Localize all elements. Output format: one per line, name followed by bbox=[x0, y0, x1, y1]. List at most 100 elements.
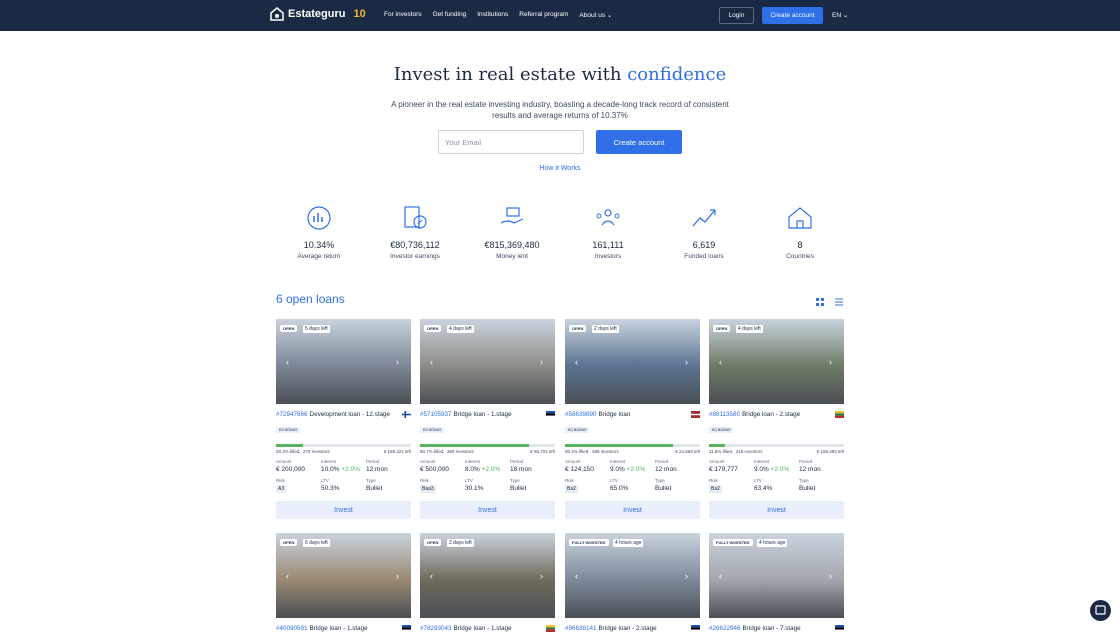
loan-photo[interactable]: FULLY INVESTED 4 hours ago ‹ › bbox=[709, 533, 844, 618]
logo[interactable]: Estateguru 10 bbox=[270, 7, 366, 21]
loan-id[interactable]: #72947666 bbox=[276, 411, 308, 418]
loan-id[interactable]: #88113580 bbox=[709, 411, 740, 418]
chat-button[interactable] bbox=[1090, 600, 1111, 621]
logo-icon bbox=[270, 7, 284, 21]
loan-id[interactable]: #78293043 bbox=[420, 625, 452, 632]
status-badge: OPEN bbox=[280, 325, 298, 332]
loan-photo[interactable]: OPEN 2 days left ‹ › bbox=[565, 319, 700, 404]
period-label: Period bbox=[510, 459, 524, 464]
period-col: Period 12 mon Type Bullet bbox=[366, 459, 411, 493]
language-select[interactable]: EN ⌄ bbox=[832, 11, 848, 19]
prev-photo-icon[interactable]: ‹ bbox=[575, 357, 578, 367]
loan-title[interactable]: #72947666 Development loan - 12.stage bbox=[276, 411, 411, 418]
how-it-works-link[interactable]: How it Works bbox=[0, 165, 1120, 172]
amount-left: € 158,493 left bbox=[816, 449, 844, 454]
amount-col: Amount € 179,777 Risk Ba2 bbox=[709, 459, 754, 493]
loan-card[interactable]: OPEN 4 days left ‹ › #88113580 Bridge loan -… bbox=[709, 319, 844, 519]
flag-icon bbox=[546, 411, 555, 418]
invest-button[interactable]: Invest bbox=[276, 501, 411, 519]
bonus-badge: EG BONUS bbox=[709, 427, 734, 433]
loan-card[interactable]: OPEN 6 days left ‹ › #40090591 Bridge loan -… bbox=[276, 533, 411, 632]
prev-photo-icon[interactable]: ‹ bbox=[575, 571, 578, 581]
interest-value: 9.0% +2.0% bbox=[754, 466, 799, 473]
status-badge: OPEN bbox=[713, 325, 731, 332]
prev-photo-icon[interactable]: ‹ bbox=[286, 571, 289, 581]
next-photo-icon[interactable]: › bbox=[685, 571, 688, 581]
next-photo-icon[interactable]: › bbox=[540, 571, 543, 581]
prev-photo-icon[interactable]: ‹ bbox=[430, 571, 433, 581]
loan-details: Amount € 179,777 Risk Ba2 Interest 9.0% +2.0%… bbox=[709, 459, 844, 493]
invest-button[interactable]: Invest bbox=[709, 501, 844, 519]
next-photo-icon[interactable]: › bbox=[829, 357, 832, 367]
ltv-label: LTV bbox=[610, 478, 618, 483]
time-left: 2 days left bbox=[592, 325, 619, 333]
loan-photo[interactable]: OPEN 6 days left ‹ › bbox=[276, 533, 411, 618]
loan-photo[interactable]: OPEN 4 days left ‹ › bbox=[709, 319, 844, 404]
nav-for-investors[interactable]: For investors bbox=[384, 11, 422, 19]
loan-id[interactable]: #57105937 bbox=[420, 411, 452, 418]
amount-value: € 200,000 bbox=[276, 466, 305, 473]
nav-get-funding[interactable]: Get funding bbox=[433, 11, 467, 19]
next-photo-icon[interactable]: › bbox=[396, 357, 399, 367]
loan-id[interactable]: #96638141 bbox=[565, 625, 597, 632]
loan-card[interactable]: FULLY INVESTED 4 hours ago ‹ › #96638141 Bri… bbox=[565, 533, 700, 632]
time-left: 4 hours ago bbox=[757, 539, 788, 547]
interest-bonus: +2.0% bbox=[481, 466, 501, 473]
login-button[interactable]: Login bbox=[719, 7, 754, 24]
loan-photo[interactable]: FULLY INVESTED 4 hours ago ‹ › bbox=[565, 533, 700, 618]
loan-photo[interactable]: OPEN 5 days left ‹ › bbox=[276, 319, 411, 404]
next-photo-icon[interactable]: › bbox=[396, 571, 399, 581]
invest-button[interactable]: Invest bbox=[565, 501, 700, 519]
funding-progress-fill bbox=[709, 444, 725, 447]
loan-card[interactable]: OPEN 2 days left ‹ › #78293043 Bridge loan -… bbox=[420, 533, 555, 632]
filled-text: 20.3% filled, bbox=[276, 449, 301, 454]
loan-id[interactable]: #26622946 bbox=[709, 625, 741, 632]
loan-photo[interactable]: OPEN 4 days left ‹ › bbox=[420, 319, 555, 404]
investors-count: 288 investors bbox=[592, 449, 619, 454]
loan-title[interactable]: #58639890 Bridge loan bbox=[565, 411, 700, 418]
flag-icon bbox=[402, 625, 411, 632]
period-value: 12 mon bbox=[655, 466, 677, 473]
loan-title[interactable]: #57105937 Bridge loan - 1.stage bbox=[420, 411, 555, 418]
next-photo-icon[interactable]: › bbox=[685, 357, 688, 367]
loan-card[interactable]: OPEN 2 days left ‹ › #58639890 Bridge loan EG… bbox=[565, 319, 700, 519]
period-label: Period bbox=[655, 459, 669, 464]
language-label: EN bbox=[832, 12, 842, 19]
nav-institutions[interactable]: Institutions bbox=[477, 11, 508, 19]
loan-photo[interactable]: OPEN 2 days left ‹ › bbox=[420, 533, 555, 618]
loan-card[interactable]: FULLY INVESTED 4 hours ago ‹ › #26622946 Bri… bbox=[709, 533, 844, 632]
prev-photo-icon[interactable]: ‹ bbox=[719, 357, 722, 367]
prev-photo-icon[interactable]: ‹ bbox=[430, 357, 433, 367]
amount-value: € 179,777 bbox=[709, 466, 738, 473]
next-photo-icon[interactable]: › bbox=[540, 357, 543, 367]
invest-button[interactable]: Invest bbox=[420, 501, 555, 519]
email-input[interactable]: Your Email bbox=[438, 130, 584, 154]
period-col: Period 12 mon Type Bullet bbox=[655, 459, 700, 493]
stat-label: Average return bbox=[297, 253, 341, 260]
nav-about-us[interactable]: About us ⌄ bbox=[579, 11, 612, 19]
investors-count: 279 investors bbox=[303, 449, 330, 454]
next-photo-icon[interactable]: › bbox=[829, 571, 832, 581]
funding-progress-fill bbox=[565, 444, 674, 447]
amount-value: € 500,000 bbox=[420, 466, 449, 473]
interest-label: Interest bbox=[321, 459, 337, 464]
loan-title[interactable]: #96638141 Bridge loan - 2.stage bbox=[565, 625, 700, 632]
loan-details: Amount € 124,150 Risk Ba2 Interest 9.0% +2.0%… bbox=[565, 459, 700, 493]
hero-create-account-button[interactable]: Create account bbox=[596, 130, 682, 154]
loan-title[interactable]: #88113580 Bridge loan - 2.stage bbox=[709, 411, 844, 418]
nav-referral[interactable]: Referral program bbox=[519, 11, 568, 19]
loan-id[interactable]: #40090591 bbox=[276, 625, 308, 632]
prev-photo-icon[interactable]: ‹ bbox=[719, 571, 722, 581]
loan-card[interactable]: OPEN 4 days left ‹ › #57105937 Bridge loan -… bbox=[420, 319, 555, 519]
stat-label: Money lent bbox=[496, 253, 528, 260]
loan-title[interactable]: #40090591 Bridge loan - 1.stage bbox=[276, 625, 411, 632]
grid-view-icon[interactable] bbox=[816, 298, 824, 306]
loan-card[interactable]: OPEN 5 days left ‹ › #72947666 Development l… bbox=[276, 319, 411, 519]
loan-title[interactable]: #26622946 Bridge loan - 7.stage bbox=[709, 625, 844, 632]
type-label: Type bbox=[510, 478, 520, 483]
loan-id[interactable]: #58639890 bbox=[565, 411, 597, 418]
prev-photo-icon[interactable]: ‹ bbox=[286, 357, 289, 367]
list-view-icon[interactable] bbox=[835, 298, 843, 306]
loan-title[interactable]: #78293043 Bridge loan - 1.stage bbox=[420, 625, 555, 632]
create-account-button[interactable]: Create account bbox=[762, 7, 823, 24]
